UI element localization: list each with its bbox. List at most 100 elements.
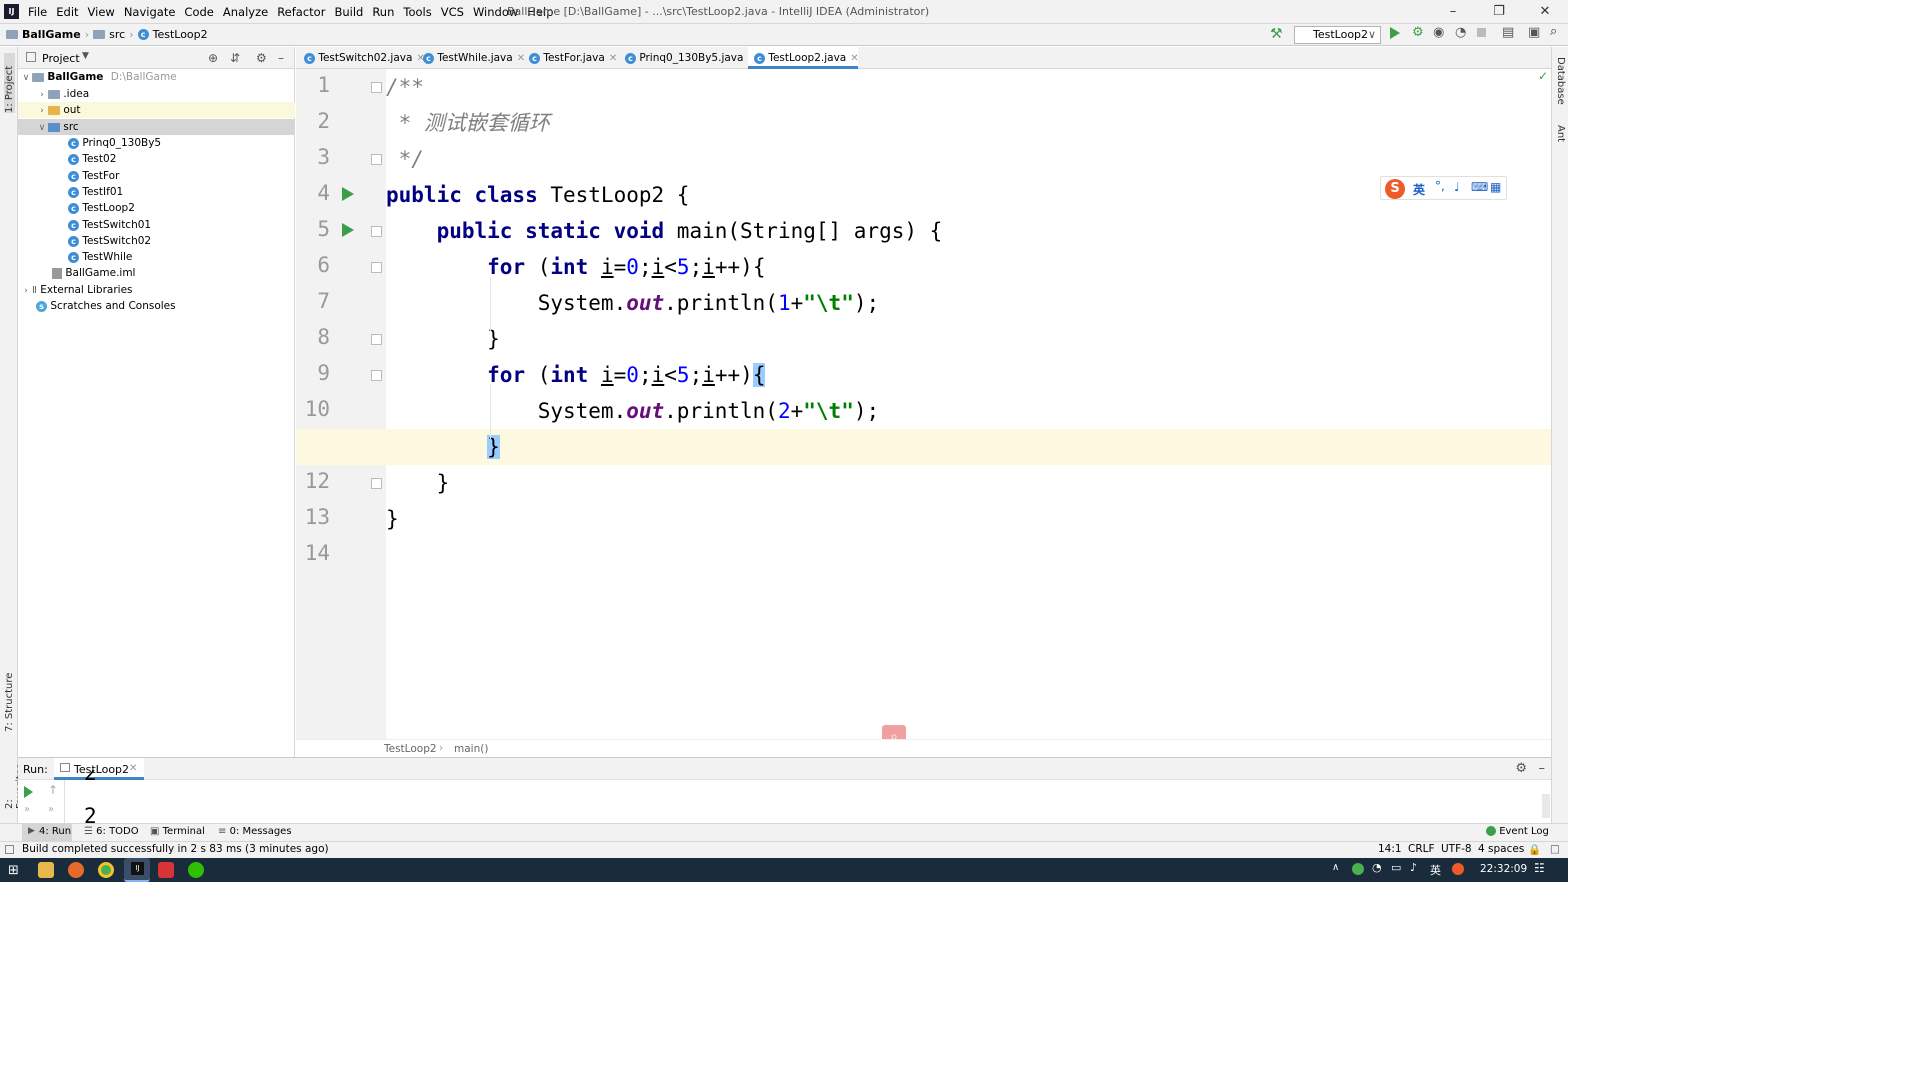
ant-tool-button[interactable]: Ant [1555,125,1566,142]
breadcrumb-file[interactable]: TestLoop2 [153,28,208,41]
fold-icon[interactable] [371,154,382,165]
menu-analyze[interactable]: Analyze [223,5,268,19]
project-tool-button[interactable]: 1: Project [4,53,15,113]
tab-run[interactable]: ▶ 4: Run [22,824,72,841]
ime-language[interactable]: 英 [1413,181,1425,198]
chrome-icon[interactable] [98,862,114,878]
ime-indicator[interactable]: 英 [1430,862,1441,878]
windows-start-icon[interactable]: ⊞ [8,863,19,878]
menu-tools[interactable]: Tools [403,5,431,19]
menu-navigate[interactable]: Navigate [124,5,176,19]
keyboard-icon[interactable]: ⌨ [1471,180,1488,194]
gear-icon[interactable]: ⚙ [1515,761,1527,776]
battery-icon[interactable]: ▭ [1391,861,1401,874]
run-main-icon[interactable] [342,223,354,237]
menu-run[interactable]: Run [372,5,394,19]
breadcrumb-method[interactable]: main() [454,743,488,755]
tree-node-class[interactable]: c TestIf01 [18,184,295,200]
indent-setting[interactable]: 4 spaces [1478,843,1524,855]
grid-icon[interactable]: ▦ [1490,180,1501,194]
sogou-tray-icon[interactable] [1452,863,1464,875]
tree-node-scratches[interactable]: s Scratches and Consoles [18,298,295,314]
tab-testwhile[interactable]: c TestWhile.java ✕ [417,47,525,69]
tree-node-class[interactable]: c TestLoop2 [18,200,295,216]
tree-node-class[interactable]: c Test02 [18,151,295,167]
ime-toolbar[interactable]: S 英 °, ♩ ⌨ ▦ [1380,176,1507,200]
tree-node-root[interactable]: ∨ BallGame D:\BallGame [18,69,295,85]
menu-build[interactable]: Build [334,5,363,19]
chevron-up-icon[interactable]: ∧ [1332,862,1339,873]
gear-icon[interactable]: ⚙ [256,51,267,65]
breadcrumb-class[interactable]: TestLoop2 [384,743,437,755]
lock-icon[interactable]: 🔒 [1528,843,1541,856]
caret-position[interactable]: 14:1 [1378,843,1402,855]
file-encoding[interactable]: UTF-8 [1441,843,1472,855]
tab-prinq0[interactable]: c Prinq0_130By5.java✕ [619,47,756,69]
menu-edit[interactable]: Edit [56,5,78,19]
menu-vcs[interactable]: VCS [441,5,464,19]
breadcrumb-folder[interactable]: src [109,28,125,41]
fold-icon[interactable] [371,478,382,489]
arrow-up-icon[interactable]: ↑ [48,783,58,797]
tab-testswitch02[interactable]: c TestSwitch02.java ✕ [298,47,425,69]
fold-icon[interactable] [371,226,382,237]
tree-node-class[interactable]: c Prinq0_130By5 [18,135,295,151]
hide-icon[interactable]: – [1539,761,1546,776]
restore-icon[interactable]: ❐ [1476,0,1522,24]
run-tab[interactable]: TestLoop2 ✕ [54,758,144,780]
status-icon[interactable] [5,845,14,854]
locate-icon[interactable]: ⊕ [208,51,218,65]
tree-node-class[interactable]: c TestSwitch01 [18,217,295,233]
profile-icon[interactable]: ◔ [1455,25,1466,40]
tree-node-idea[interactable]: › .idea [18,86,295,102]
stop-icon[interactable] [1477,28,1486,37]
debug-bug-icon[interactable]: ⚙ [1412,25,1424,40]
project-view-select[interactable]: Project [42,52,80,65]
run-configuration-select[interactable]: TestLoop2 ∨ [1294,26,1381,44]
tree-node-class[interactable]: c TestFor [18,168,295,184]
tree-node-class[interactable]: c TestWhile [18,249,295,265]
firefox-icon[interactable] [68,862,84,878]
tab-messages[interactable]: ≡ 0: Messages [218,826,292,837]
search-icon[interactable]: ⌕ [1550,24,1557,39]
run-icon[interactable] [1390,27,1400,39]
fold-icon[interactable] [371,82,382,93]
fold-icon[interactable] [371,334,382,345]
line-separator[interactable]: CRLF [1408,843,1435,855]
tree-node-iml[interactable]: BallGame.iml [18,265,295,281]
breadcrumb-project[interactable]: BallGame [22,28,81,41]
close-icon[interactable]: ✕ [129,763,137,774]
chrome-tray-icon[interactable] [1352,863,1364,875]
tree-node-src[interactable]: ∨ src [18,119,295,135]
collapse-icon[interactable]: ⇵ [230,51,240,65]
status-message[interactable]: Build completed successfully in 2 s 83 m… [22,843,329,855]
project-structure-icon[interactable]: ▤ [1502,25,1514,40]
layout-icon[interactable]: ▣ [1528,25,1540,40]
minimize-icon[interactable]: – [1430,0,1476,24]
clock[interactable]: 22:32:09 [1480,863,1527,875]
hide-icon[interactable]: – [278,51,284,65]
volume-icon[interactable]: ♪ [1410,861,1417,874]
structure-tool-button[interactable]: 7: Structure [4,667,15,732]
fold-icon[interactable] [371,370,382,381]
tab-terminal[interactable]: ▣ Terminal [150,826,205,837]
menu-view[interactable]: View [88,5,115,19]
wifi-icon[interactable]: ◔ [1372,861,1382,874]
notification-icon[interactable]: ☷ [1534,861,1545,875]
rerun-icon[interactable] [24,786,33,798]
menu-file[interactable]: File [28,5,47,19]
punctuation-icon[interactable]: °, [1435,179,1445,193]
tab-testloop2[interactable]: c TestLoop2.java ✕ [748,47,859,69]
microphone-icon[interactable]: ♩ [1454,180,1460,194]
tab-testfor[interactable]: c TestFor.java ✕ [523,47,619,69]
database-tool-button[interactable]: Database [1555,57,1566,105]
tree-node-class[interactable]: c TestSwitch02 [18,233,295,249]
event-log-button[interactable]: Event Log [1486,826,1549,837]
code-editor[interactable]: /** * 测试嵌套循环 */ public class TestLoop2 {… [296,69,1551,739]
scrollbar[interactable] [1542,794,1550,818]
file-explorer-icon[interactable] [38,862,54,878]
inspector-icon[interactable]: □ [1550,843,1560,855]
wechat-icon[interactable] [188,862,204,878]
close-icon[interactable]: ✕ [609,53,617,64]
more-icon[interactable]: » [48,804,54,815]
